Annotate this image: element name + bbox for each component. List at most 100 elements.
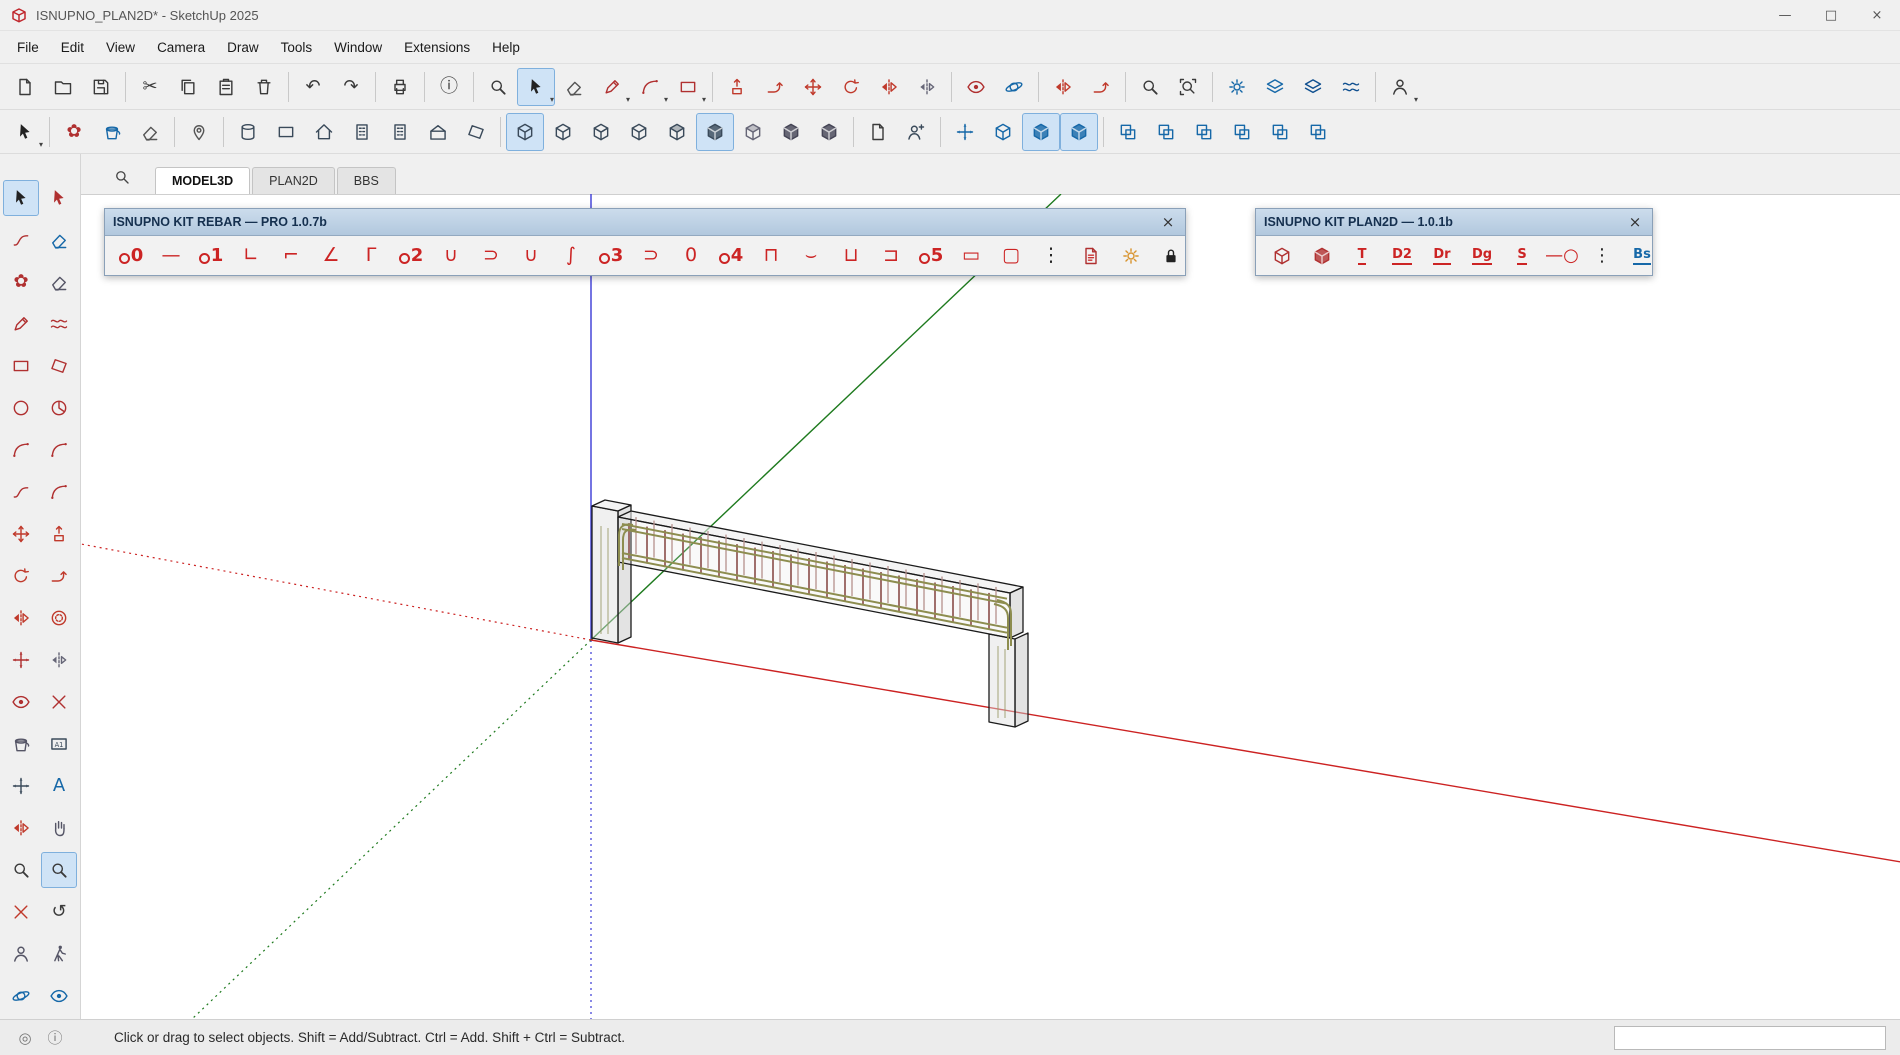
lasso-select[interactable] (3, 222, 39, 258)
copy[interactable] (169, 68, 207, 106)
intersect-tool[interactable] (41, 684, 77, 720)
help-status-icon[interactable]: ⓘ (44, 1027, 66, 1049)
paint-bucket[interactable] (93, 113, 131, 151)
rebar-shape-stirrup-open[interactable]: ⊓ (751, 239, 791, 272)
style-back-edges[interactable] (544, 113, 582, 151)
rebar-shape-stirrup-closed[interactable]: ▭ (951, 239, 991, 272)
push-pull-tool[interactable] (718, 68, 756, 106)
mirror-tool[interactable] (908, 68, 946, 106)
array-tool-5[interactable] (1261, 113, 1299, 151)
delete[interactable] (245, 68, 283, 106)
rebar-shape-bend-up[interactable]: ⌐ (271, 239, 311, 272)
freehand[interactable] (41, 306, 77, 342)
walkthrough-tool[interactable] (957, 68, 995, 106)
follow-me-tool[interactable] (756, 68, 794, 106)
scene-tab-model3d[interactable]: MODEL3D (155, 167, 250, 194)
rebar-shape-j[interactable]: ⊃ (471, 239, 511, 272)
plan2d-tool-bs[interactable]: Bs (1622, 239, 1662, 272)
rebar-beam-model[interactable] (592, 500, 1028, 727)
rebar-code-2[interactable]: 2 (391, 239, 431, 272)
follow-me-left[interactable] (41, 558, 77, 594)
paste[interactable] (207, 68, 245, 106)
rebar-shape-stirrup-rect[interactable]: ▢ (991, 239, 1031, 272)
style-hidden-line[interactable] (620, 113, 658, 151)
3d-viewport[interactable] (81, 194, 1900, 1019)
menu-tools[interactable]: Tools (270, 35, 324, 60)
flip-along-tool[interactable] (1044, 68, 1082, 106)
menu-window[interactable]: Window (323, 35, 393, 60)
style-monochrome[interactable] (734, 113, 772, 151)
rotate-left[interactable] (3, 558, 39, 594)
maximize-button[interactable]: □ (1808, 0, 1854, 30)
mirror-left[interactable] (41, 642, 77, 678)
geolocation-status-icon[interactable]: ◎ (14, 1027, 36, 1049)
plan2d-tool-line[interactable]: —○ (1542, 239, 1582, 272)
rebar-code-1[interactable]: 1 (191, 239, 231, 272)
arc-left[interactable] (3, 432, 39, 468)
make-component[interactable]: ✿ (55, 113, 93, 151)
line-tool[interactable]: ▾ (593, 68, 631, 106)
smart-select[interactable] (41, 180, 77, 216)
three-point-arc[interactable] (41, 474, 77, 510)
style-shaded[interactable] (658, 113, 696, 151)
rebar-toolbar-titlebar[interactable]: ISNUPNO KIT REBAR — PRO 1.0.7b × (105, 209, 1185, 236)
rotate-tool[interactable] (832, 68, 870, 106)
measurements-input[interactable] (1614, 1026, 1886, 1050)
scene-tab-bbs[interactable]: BBS (337, 167, 396, 194)
plan2d-tool-t[interactable]: T (1342, 239, 1382, 272)
arch-cylinder[interactable] (229, 113, 267, 151)
move-left[interactable] (3, 516, 39, 552)
rebar-shape-straight[interactable]: — (151, 239, 191, 272)
model-info[interactable]: ⓘ (430, 68, 468, 106)
eraser-tool-2[interactable] (131, 113, 169, 151)
open-folder[interactable] (44, 68, 82, 106)
rebar-shape-angle[interactable]: ∠ (311, 239, 351, 272)
line-left[interactable] (3, 306, 39, 342)
offset-tool[interactable] (41, 600, 77, 636)
rotated-rectangle[interactable] (41, 348, 77, 384)
eraser-tool[interactable] (555, 68, 593, 106)
walk-tool[interactable] (41, 936, 77, 972)
rebar-shape-stirrup-c[interactable]: ⊐ (871, 239, 911, 272)
style-dark-1[interactable] (772, 113, 810, 151)
rebar-code-3[interactable]: 3 (591, 239, 631, 272)
arch-plane[interactable] (457, 113, 495, 151)
array-tool-3[interactable] (1185, 113, 1223, 151)
plugin-waves[interactable] (1332, 68, 1370, 106)
add-collaborator[interactable] (897, 113, 935, 151)
plan2d-tool-d2[interactable]: D2 (1382, 239, 1422, 272)
zoom-tool[interactable] (1131, 68, 1169, 106)
look-around[interactable] (41, 978, 77, 1014)
rebar-code-5[interactable]: 5 (911, 239, 951, 272)
plan2d-tool-dr[interactable]: Dr (1422, 239, 1462, 272)
array-tool-2[interactable] (1147, 113, 1185, 151)
zoom-extents-tool[interactable] (1169, 68, 1207, 106)
plugin-inspector[interactable] (1218, 68, 1256, 106)
zoom-previous[interactable]: ↺ (41, 894, 77, 930)
rectangle[interactable] (3, 348, 39, 384)
cut[interactable]: ✂ (131, 68, 169, 106)
plan2d-tool-dg[interactable]: Dg (1462, 239, 1502, 272)
pie-tool[interactable] (41, 390, 77, 426)
plan2d-cube-iso[interactable] (1302, 239, 1342, 272)
rebar-report[interactable] (1071, 239, 1111, 272)
style-xray[interactable] (506, 113, 544, 151)
menu-edit[interactable]: Edit (50, 35, 95, 60)
array-tool-4[interactable] (1223, 113, 1261, 151)
sign-in[interactable]: ▾ (1381, 68, 1419, 106)
iso-view-2[interactable] (1060, 113, 1098, 151)
style-dark-2[interactable] (810, 113, 848, 151)
rebar-shape-stirrup-u[interactable]: ⌣ (791, 239, 831, 272)
3d-text-tool[interactable]: A (41, 768, 77, 804)
plan2d-toolbar-titlebar[interactable]: ISNUPNO KIT PLAN2D — 1.0.1b × (1256, 209, 1652, 236)
menu-help[interactable]: Help (481, 35, 531, 60)
position-camera[interactable] (3, 936, 39, 972)
rebar-shape-oval[interactable]: 0 (671, 239, 711, 272)
flip-tool[interactable] (870, 68, 908, 106)
paint-bucket-left[interactable] (3, 726, 39, 762)
rebar-menu-dots[interactable]: ⋮ (1031, 239, 1071, 272)
arch-plan[interactable] (267, 113, 305, 151)
dropdown-arrow-icon[interactable]: ▾ (1414, 95, 1418, 104)
plan2d-cube-3d[interactable] (1262, 239, 1302, 272)
rebar-lock[interactable] (1151, 239, 1191, 272)
